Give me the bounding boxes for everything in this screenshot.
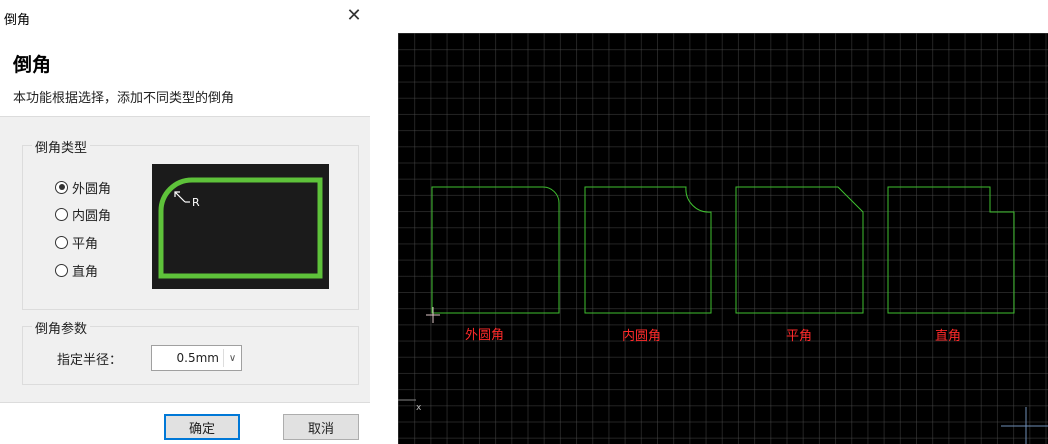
separator-gap <box>370 0 398 444</box>
radio-outer-round-label: 外圆角 <box>72 181 112 197</box>
chamfer-dialog: 倒角 ✕ 倒角 本功能根据选择，添加不同类型的倒角 倒角类型 外圆角 内圆角 平… <box>0 0 370 444</box>
preview-radius-label: R <box>192 196 200 209</box>
radio-right-angle-label: 直角 <box>72 264 99 280</box>
radio-right-angle-indicator[interactable] <box>55 263 68 277</box>
window-title: 倒角 <box>4 13 31 28</box>
radio-inner-round-indicator[interactable] <box>55 207 68 221</box>
radio-flat-indicator[interactable] <box>55 235 68 249</box>
shape-inner-round <box>584 186 712 314</box>
dialog-body: 倒角类型 外圆角 内圆角 平角 直角 R 倒角参数 指定半径： 0.5mm ∨ <box>0 116 370 402</box>
radius-select[interactable]: 0.5mm ∨ <box>151 345 242 371</box>
shape-flat <box>735 186 864 314</box>
crosshair-cursor-icon <box>426 307 440 323</box>
radio-right-angle[interactable]: 直角 <box>55 260 98 280</box>
dialog-footer: 确定 取消 <box>0 402 370 444</box>
dialog-description: 本功能根据选择，添加不同类型的倒角 <box>13 91 235 106</box>
shape-label-inner-round: 内圆角 <box>622 329 662 344</box>
radio-flat-label: 平角 <box>72 236 99 252</box>
radius-label: 指定半径： <box>57 353 123 368</box>
radio-flat[interactable]: 平角 <box>55 232 98 252</box>
radio-inner-round-label: 内圆角 <box>72 208 112 224</box>
chevron-down-icon[interactable]: ∨ <box>223 349 241 367</box>
dialog-heading: 倒角 <box>13 54 52 76</box>
dialog-titlebar: 倒角 ✕ <box>0 0 370 34</box>
chamfer-type-label: 倒角类型 <box>32 137 91 156</box>
rounded-corner-preview-icon: R <box>152 164 329 289</box>
chamfer-param-label: 倒角参数 <box>32 318 91 337</box>
close-icon[interactable]: ✕ <box>344 6 364 26</box>
shape-label-outer-round: 外圆角 <box>465 328 505 343</box>
shape-label-right-angle: 直角 <box>935 329 962 344</box>
cad-canvas[interactable]: 外圆角 内圆角 平角 直角 x <box>398 33 1048 444</box>
radio-outer-round-indicator[interactable] <box>55 180 68 194</box>
shape-label-flat: 平角 <box>786 329 813 344</box>
axis-x-label: x <box>416 403 422 413</box>
cancel-button[interactable]: 取消 <box>283 414 359 440</box>
dialog-header: 倒角 本功能根据选择，添加不同类型的倒角 <box>0 34 370 116</box>
radio-outer-round[interactable]: 外圆角 <box>55 177 111 197</box>
shape-outer-round <box>431 186 560 314</box>
radio-inner-round[interactable]: 内圆角 <box>55 204 111 224</box>
ok-button[interactable]: 确定 <box>164 414 240 440</box>
origin-crosshair-icon <box>1001 407 1048 444</box>
radius-value: 0.5mm <box>176 351 219 365</box>
shape-right-angle <box>887 186 1015 314</box>
